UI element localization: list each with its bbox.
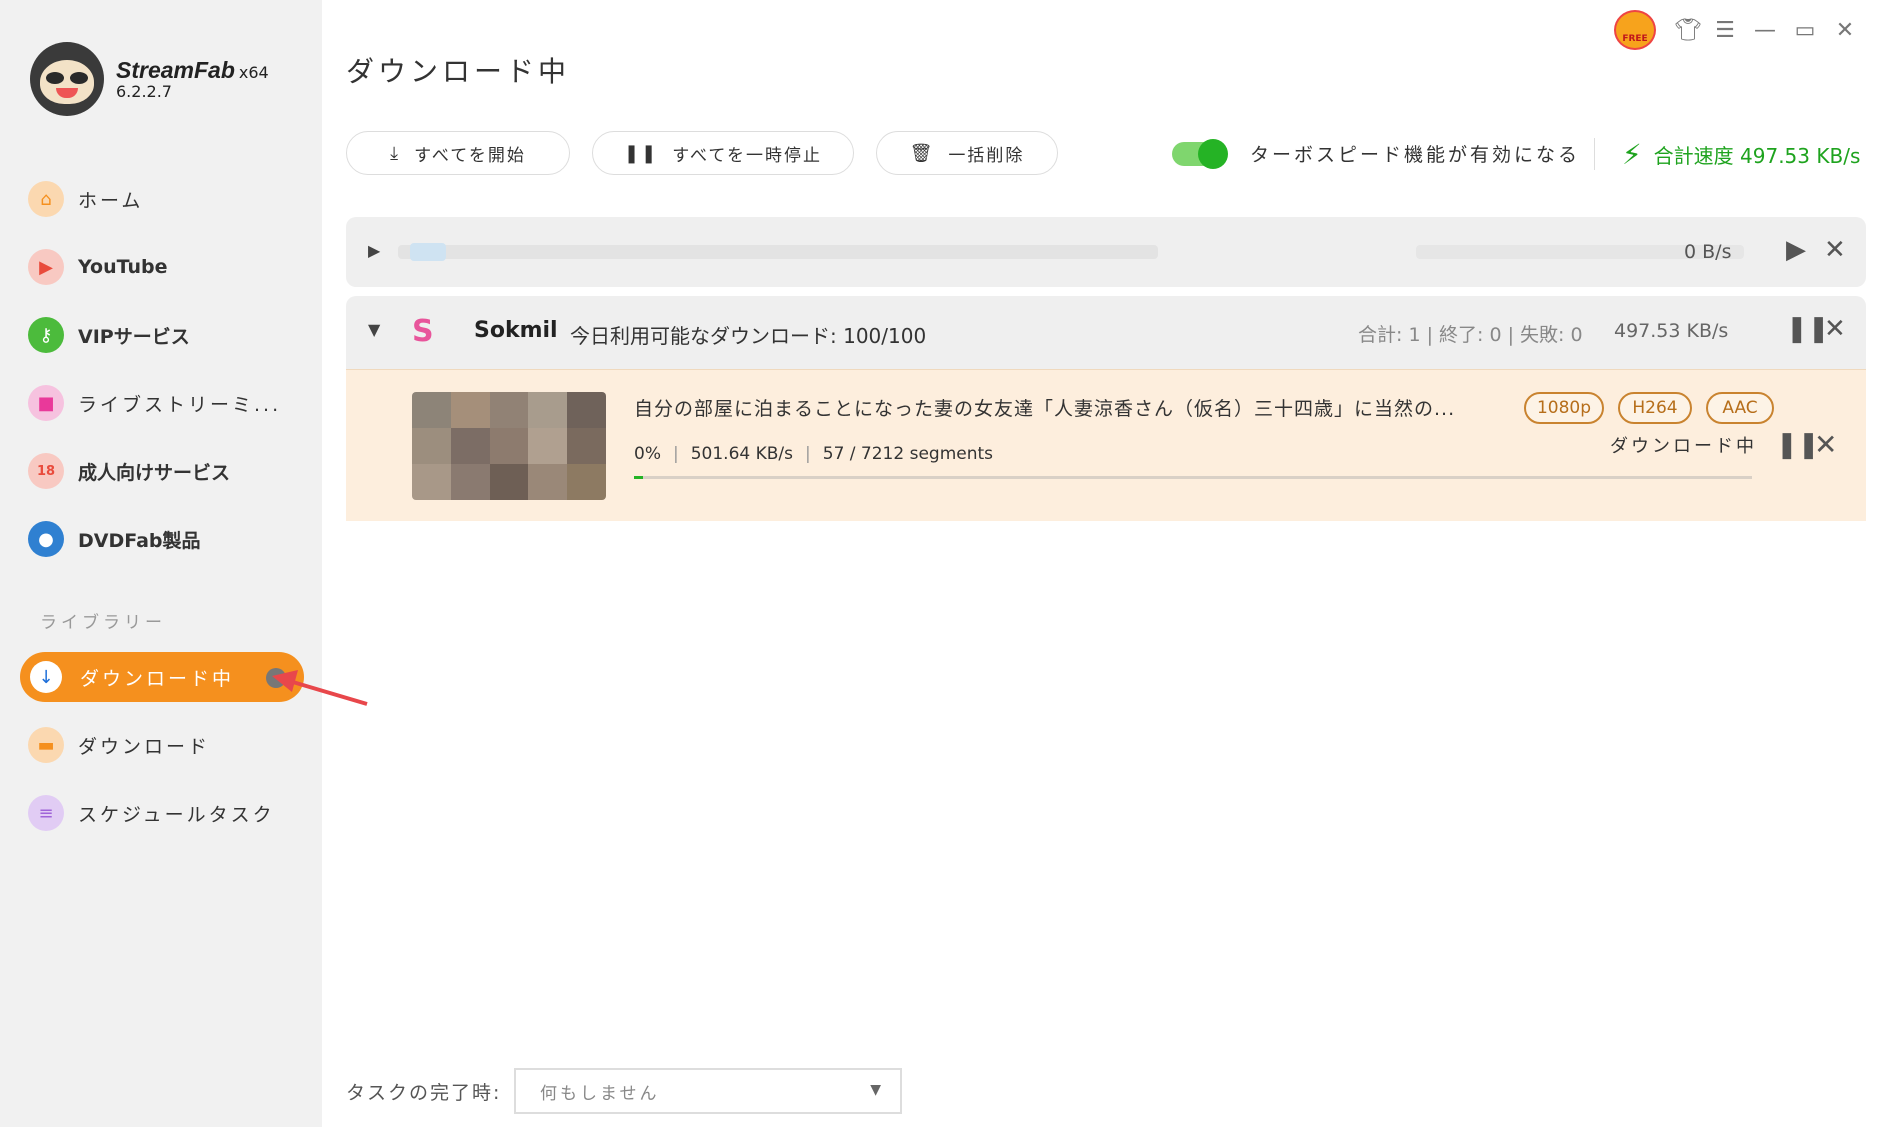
on-complete-label: タスクの完了時: (346, 1082, 502, 1104)
service-name: Sokmil (474, 318, 558, 343)
toolbar-divider (1594, 138, 1595, 170)
skin-tshirt-icon[interactable]: 👕︎ (1674, 18, 1702, 43)
task-progress-fill (634, 476, 643, 479)
task-percent: 0% (634, 444, 661, 464)
download-icon: ⤓ (390, 142, 401, 164)
folder-icon: ▬ (28, 727, 64, 763)
home-icon: ⌂ (28, 181, 64, 217)
sidebar-item-youtube[interactable]: ▶ YouTube (28, 245, 167, 289)
total-speed-label: 合計速度 497.53 KB/s (1653, 144, 1861, 168)
audio-codec-tag: AAC (1706, 392, 1774, 424)
on-complete-value: 何もしません (540, 1083, 660, 1104)
sloth-logo-icon (30, 42, 104, 116)
pause-icon: ❚❚ (624, 142, 659, 164)
pause-all-label: すべてを一時停止 (672, 145, 822, 166)
task-title: 自分の部屋に泊まることになった妻の女友達「人妻涼香さん（仮名）三十四歳」に当然の… (634, 398, 1456, 420)
pause-all-button[interactable]: ❚❚ すべてを一時停止 (592, 131, 854, 175)
task-status: ダウンロード中 (1610, 436, 1757, 457)
turbo-speed-toggle[interactable] (1172, 138, 1228, 169)
sidebar-item-label: スケジュールタスク (78, 803, 275, 826)
download-group-collapsed[interactable]: ▶ 0 B/s ▶ ✕ (346, 217, 1866, 287)
sidebar-item-adult[interactable]: 18 成人向けサービス (28, 449, 230, 493)
annotation-arrow-icon (272, 670, 368, 706)
service-quota: 今日利用可能なダウンロード: 100/100 (570, 324, 927, 348)
close-icon[interactable]: ✕ (1834, 18, 1856, 43)
sidebar-item-downloaded[interactable]: ▬ ダウンロード (28, 723, 210, 767)
sidebar-item-label: DVDFab製品 (78, 529, 201, 552)
delete-all-button[interactable]: 🗑︎ 一括削除 (876, 131, 1058, 175)
app-name: StreamFab (116, 56, 235, 83)
sidebar-item-label: YouTube (78, 256, 168, 278)
minimize-icon[interactable]: — (1754, 18, 1776, 43)
sidebar-item-livestream[interactable]: ■ ライブストリーミ... (28, 381, 281, 425)
menu-icon[interactable]: ☰ (1714, 18, 1736, 43)
task-progress-info: 0% | 501.64 KB/s | 57 / 7212 segments (634, 444, 994, 464)
start-all-label: すべてを開始 (414, 145, 526, 166)
page-title: ダウンロード中 (346, 55, 571, 88)
app-window: StreamFab x64 6.2.2.7 ⌂ ホーム ▶ YouTube ⚷ V… (0, 0, 1880, 1127)
resume-icon[interactable]: ▶ (1786, 235, 1806, 265)
turbo-speed-label: ターボスピード機能が有効になる (1250, 144, 1581, 166)
library-section-label: ライブラリー (40, 613, 166, 633)
collapse-arrow-icon[interactable]: ▼ (368, 320, 380, 339)
video-thumbnail (412, 392, 606, 500)
task-progress-bar (634, 476, 1752, 479)
trash-icon: 🗑︎ (909, 142, 935, 164)
sidebar-item-dvdfab[interactable]: ● DVDFab製品 (28, 517, 201, 561)
app-version: 6.2.2.7 (116, 82, 172, 102)
window-controls: FREE 👕︎ ☰ — ▭ ✕ (1614, 10, 1856, 50)
sidebar-item-home[interactable]: ⌂ ホーム (28, 177, 143, 221)
chevron-down-icon: ▼ (870, 1082, 884, 1098)
sidebar: StreamFab x64 6.2.2.7 ⌂ ホーム ▶ YouTube ⚷ V… (0, 0, 368, 1127)
dvdfab-icon: ● (28, 521, 64, 557)
sidebar-item-label: ダウンロード中 (80, 667, 235, 690)
adult-18-icon: 18 (28, 453, 64, 489)
download-task: 自分の部屋に泊まることになった妻の女友達「人妻涼香さん（仮名）三十四歳」に当然の… (346, 369, 1866, 521)
schedule-icon: ≡ (28, 795, 64, 831)
close-icon[interactable]: ✕ (1824, 314, 1846, 344)
resolution-tag: 1080p (1524, 392, 1604, 424)
on-complete-select[interactable]: 何もしません ▼ (514, 1068, 902, 1114)
sidebar-item-downloading[interactable]: ↓ ダウンロード中 (20, 652, 304, 702)
start-all-button[interactable]: ⤓ すべてを開始 (346, 131, 570, 175)
maximize-icon[interactable]: ▭ (1794, 18, 1816, 43)
delete-all-label: 一括削除 (948, 145, 1025, 166)
sidebar-item-label: ライブストリーミ... (78, 393, 282, 416)
sidebar-item-label: VIPサービス (78, 325, 190, 348)
task-segments: 57 / 7212 segments (822, 444, 994, 464)
close-icon[interactable]: ✕ (1814, 428, 1837, 461)
sidebar-item-vip[interactable]: ⚷ VIPサービス (28, 313, 190, 357)
turbo-speed-setting: ターボスピード機能が有効になる (1172, 138, 1581, 169)
video-camera-icon: ■ (28, 385, 64, 421)
youtube-icon: ▶ (28, 249, 64, 285)
total-speed: ⚡︎ 合計速度 497.53 KB/s (1622, 138, 1860, 171)
video-codec-tag: H264 (1618, 392, 1692, 424)
group-speed: 497.53 KB/s (1614, 320, 1729, 342)
close-icon[interactable]: ✕ (1824, 235, 1846, 265)
expand-arrow-icon[interactable]: ▶ (368, 241, 380, 260)
sidebar-item-label: ホーム (78, 189, 144, 212)
lightning-icon: ⚡︎ (1622, 138, 1642, 171)
task-speed: 501.64 KB/s (690, 444, 794, 464)
app-arch: x64 (238, 62, 269, 82)
sidebar-item-label: 成人向けサービス (78, 461, 231, 484)
group-stats: 合計: 1 | 終了: 0 | 失敗: 0 (1358, 324, 1583, 346)
service-logo-icon (410, 243, 446, 261)
free-gift-icon[interactable]: FREE (1614, 10, 1656, 50)
sidebar-item-schedule[interactable]: ≡ スケジュールタスク (28, 791, 275, 835)
blurred-group-info (398, 245, 1158, 259)
sidebar-item-label: ダウンロード (78, 735, 211, 758)
sokmil-logo-icon: S (412, 314, 434, 349)
key-icon: ⚷ (28, 317, 64, 353)
app-logo: StreamFab x64 6.2.2.7 (30, 42, 269, 116)
group-speed: 0 B/s (1684, 241, 1732, 263)
download-icon: ↓ (30, 661, 62, 693)
